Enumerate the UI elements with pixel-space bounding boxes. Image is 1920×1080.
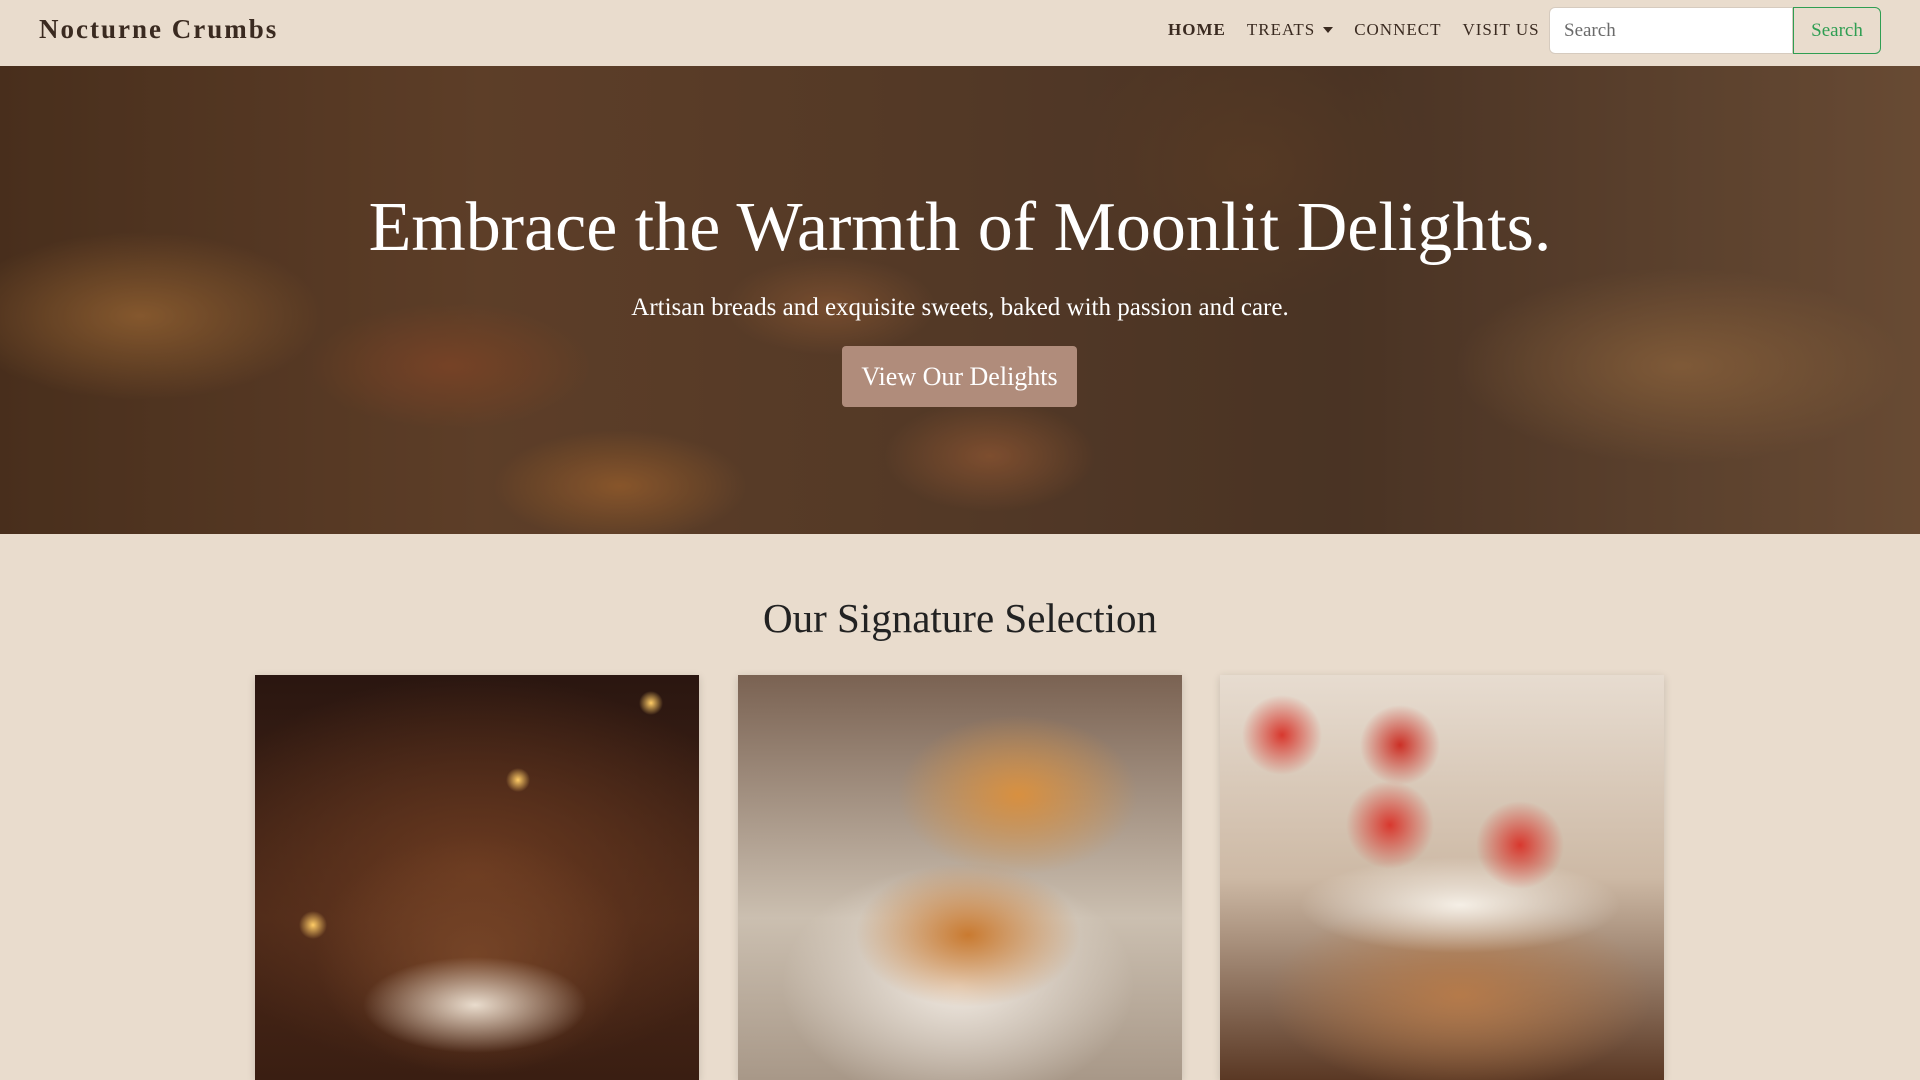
- tiramisu-image: [255, 675, 699, 1080]
- nav-link-home[interactable]: HOME: [1168, 20, 1226, 40]
- product-card-tiramisu[interactable]: [255, 675, 699, 1080]
- search-button[interactable]: Search: [1793, 7, 1881, 54]
- navbar: Nocturne Crumbs HOME TREATS CONNECT VISI…: [0, 0, 1920, 66]
- nav-link-connect[interactable]: CONNECT: [1354, 20, 1441, 40]
- product-card-croissants[interactable]: [738, 675, 1182, 1080]
- croissants-image: [738, 675, 1182, 1080]
- hero-subtitle: Artisan breads and exquisite sweets, bak…: [631, 294, 1289, 321]
- nav-link-visit-us[interactable]: VISIT US: [1462, 20, 1539, 40]
- view-delights-button[interactable]: View Our Delights: [842, 346, 1077, 407]
- nav-link-home-label: HOME: [1168, 20, 1226, 39]
- search-input[interactable]: [1549, 7, 1793, 54]
- brand-logo[interactable]: Nocturne Crumbs: [39, 14, 278, 45]
- hero-title: Embrace the Warmth of Moonlit Delights.: [368, 189, 1552, 266]
- nav-link-treats[interactable]: TREATS: [1246, 20, 1334, 40]
- nav-link-visit-us-label: VISIT US: [1462, 20, 1540, 39]
- caret-down-icon: [1323, 27, 1334, 33]
- hero-content: Embrace the Warmth of Moonlit Delights. …: [0, 66, 1920, 534]
- strawberry-toast-image: [1220, 675, 1664, 1080]
- section-title: Our Signature Selection: [763, 595, 1157, 641]
- nav-link-connect-label: CONNECT: [1354, 20, 1442, 39]
- nav-link-treats-label: TREATS: [1246, 20, 1316, 39]
- product-card-strawberry-toast[interactable]: [1220, 675, 1664, 1080]
- hero-banner: Embrace the Warmth of Moonlit Delights. …: [0, 66, 1920, 534]
- nav-links: HOME TREATS CONNECT VISIT US: [1168, 20, 1561, 40]
